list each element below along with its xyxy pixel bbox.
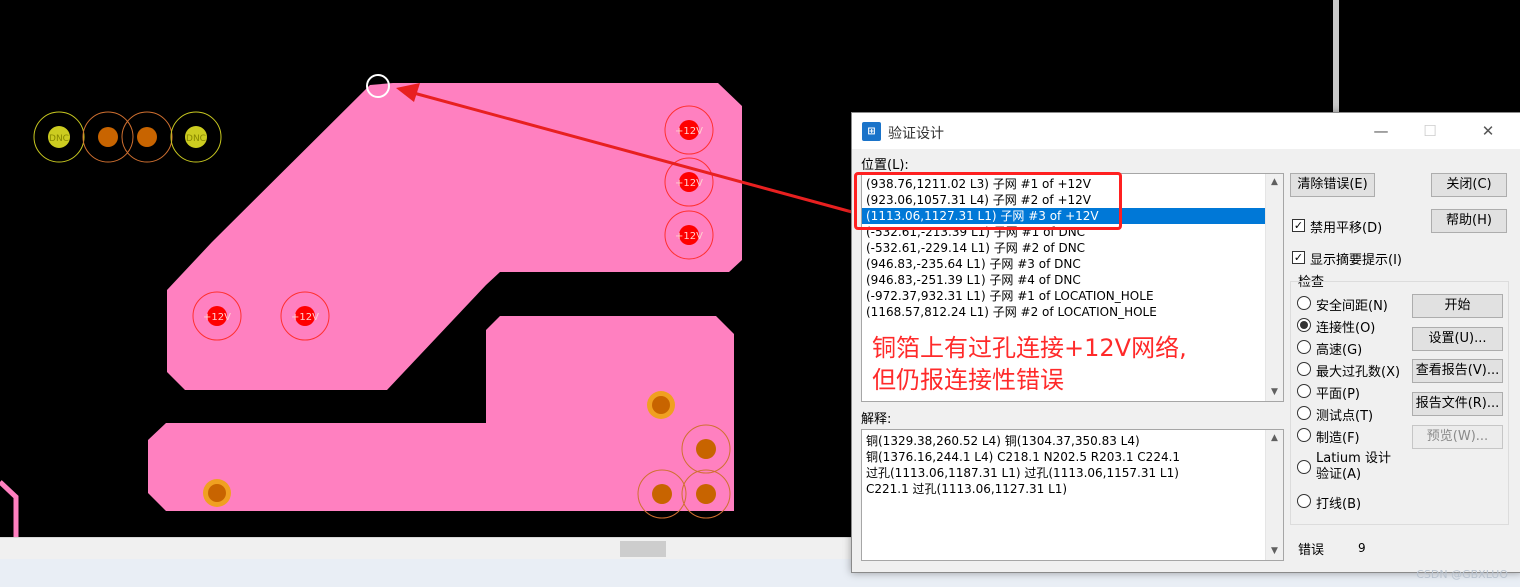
- list-scrollbar[interactable]: ▲ ▼: [1265, 174, 1283, 401]
- errors-label: 错误: [1298, 543, 1325, 558]
- list-item[interactable]: (-532.61,-229.14 L1) 子网 #2 of DNC: [862, 240, 1283, 256]
- close-button[interactable]: 关闭(C): [1431, 173, 1507, 197]
- start-button[interactable]: 开始: [1412, 294, 1503, 318]
- location-label: 位置(L):: [861, 158, 909, 173]
- pad[interactable]: [121, 111, 173, 163]
- radio-clearance[interactable]: [1297, 296, 1311, 310]
- radio-fabrication[interactable]: [1297, 428, 1311, 442]
- highlight-box: [854, 172, 1122, 230]
- close-icon[interactable]: ✕: [1473, 119, 1503, 143]
- scroll-up-icon[interactable]: ▲: [1266, 430, 1283, 447]
- scroll-down-icon[interactable]: ▼: [1266, 543, 1283, 560]
- radio-latium[interactable]: [1297, 460, 1311, 474]
- radio-plane[interactable]: [1297, 384, 1311, 398]
- pad-label: DNC: [49, 134, 69, 144]
- title-bar: ⊞ 验证设计 — ☐ ✕: [852, 113, 1520, 149]
- scroll-thumb[interactable]: [620, 541, 666, 557]
- report-file-button[interactable]: 报告文件(R)...: [1412, 392, 1503, 416]
- window-separator: [1333, 0, 1339, 112]
- show-hints-label: 显示摘要提示(I): [1310, 253, 1402, 268]
- radio-wire-bond[interactable]: [1297, 494, 1311, 508]
- list-item[interactable]: (946.83,-235.64 L1) 子网 #3 of DNC: [862, 256, 1283, 272]
- pad-label: DNC: [186, 134, 206, 144]
- via-label: +12V: [203, 312, 231, 323]
- radio-label: 制造(F): [1316, 431, 1360, 446]
- list-item[interactable]: (1168.57,812.24 L1) 子网 #2 of LOCATION_HO…: [862, 304, 1283, 320]
- explanation-line: C221.1 过孔(1113.06,1127.31 L1): [866, 482, 1068, 496]
- horizontal-scrollbar[interactable]: [0, 537, 851, 560]
- explanation-scrollbar[interactable]: ▲ ▼: [1265, 430, 1283, 560]
- radio-label: 测试点(T): [1316, 409, 1374, 424]
- scroll-down-icon[interactable]: ▼: [1266, 384, 1283, 401]
- radio-label-line: 验证(A): [1316, 467, 1362, 482]
- radio-label: 打线(B): [1316, 497, 1362, 512]
- disable-pan-label: 禁用平移(D): [1310, 221, 1383, 236]
- radio-label-line: Latium 设计: [1316, 451, 1391, 466]
- view-report-button[interactable]: 查看报告(V)...: [1412, 359, 1503, 383]
- dialog-title: 验证设计: [888, 126, 944, 142]
- maximize-icon[interactable]: ☐: [1415, 119, 1445, 143]
- via-label: +12V: [675, 178, 703, 189]
- radio-label: 最大过孔数(X): [1316, 365, 1401, 380]
- explanation-box[interactable]: 铜(1329.38,260.52 L4) 铜(1304.37,350.83 L4…: [861, 429, 1284, 561]
- help-button[interactable]: 帮助(H): [1431, 209, 1507, 233]
- scroll-up-icon[interactable]: ▲: [1266, 174, 1283, 191]
- explain-label: 解释:: [861, 412, 892, 427]
- radio-high-speed[interactable]: [1297, 340, 1311, 354]
- radio-connectivity[interactable]: [1297, 318, 1311, 332]
- via-label: +12V: [675, 231, 703, 242]
- explanation-line: 过孔(1113.06,1187.31 L1) 过孔(1113.06,1157.3…: [866, 466, 1179, 480]
- pad-dnc[interactable]: DNC: [170, 111, 222, 163]
- via-label: +12V: [291, 312, 319, 323]
- explanation-line: 铜(1376.16,244.1 L4) C218.1 N202.5 R203.1…: [866, 450, 1181, 464]
- show-hints-checkbox[interactable]: ✓: [1292, 251, 1305, 264]
- radio-test-points[interactable]: [1297, 406, 1311, 420]
- preview-button[interactable]: 预览(W)...: [1412, 425, 1503, 449]
- pad-dnc[interactable]: DNC: [33, 111, 85, 163]
- radio-label-latium: Latium 设计 验证(A): [1316, 451, 1391, 483]
- radio-label: 连接性(O): [1316, 321, 1376, 336]
- annotation-text: 铜箔上有过孔连接+12V网络, 但仍报连接性错误: [872, 332, 1262, 396]
- minimize-icon[interactable]: —: [1366, 119, 1396, 143]
- chip-icon: ⊞: [862, 122, 881, 141]
- pad[interactable]: [647, 391, 675, 419]
- via-label: +12V: [675, 126, 703, 137]
- radio-max-vias[interactable]: [1297, 362, 1311, 376]
- list-item[interactable]: (-972.37,932.31 L1) 子网 #1 of LOCATION_HO…: [862, 288, 1283, 304]
- edge-trace: [0, 480, 19, 537]
- pad[interactable]: [82, 111, 134, 163]
- radio-label: 安全间距(N): [1316, 299, 1388, 314]
- annotation-line: 但仍报连接性错误: [872, 366, 1064, 394]
- clear-errors-button[interactable]: 清除错误(E): [1290, 173, 1375, 197]
- disable-pan-checkbox[interactable]: ✓: [1292, 219, 1305, 232]
- pad[interactable]: [203, 479, 231, 507]
- watermark: CSDN @GBXLUO: [1416, 568, 1508, 581]
- errors-count: 9: [1358, 541, 1366, 555]
- radio-label: 高速(G): [1316, 343, 1363, 358]
- settings-button[interactable]: 设置(U)...: [1412, 327, 1503, 351]
- list-item[interactable]: (946.83,-251.39 L1) 子网 #4 of DNC: [862, 272, 1283, 288]
- annotation-line: 铜箔上有过孔连接+12V网络,: [872, 334, 1187, 362]
- radio-label: 平面(P): [1316, 387, 1360, 402]
- explanation-line: 铜(1329.38,260.52 L4) 铜(1304.37,350.83 L4…: [866, 434, 1140, 448]
